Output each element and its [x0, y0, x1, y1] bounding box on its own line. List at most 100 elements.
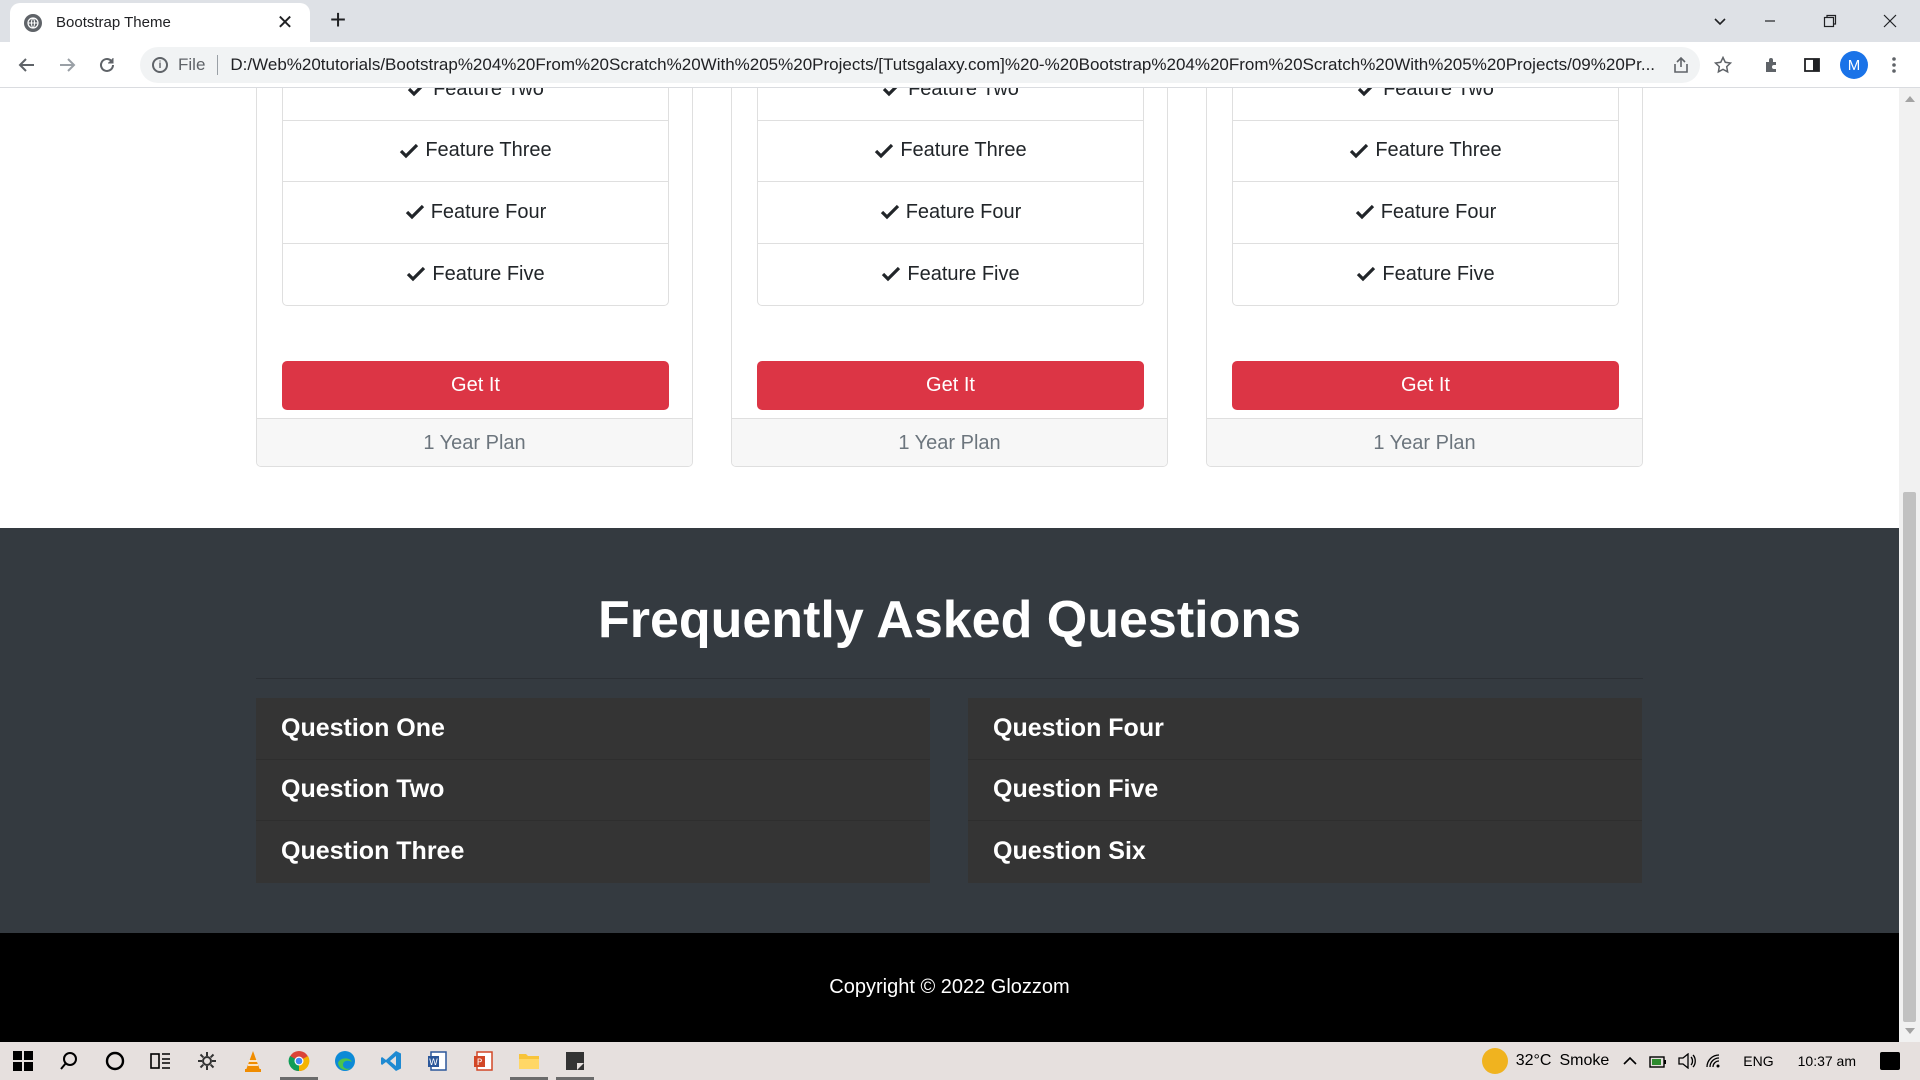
- faq-section: Frequently Asked Questions Question One …: [0, 528, 1899, 933]
- get-it-button[interactable]: Get It: [282, 361, 669, 410]
- faq-question-one[interactable]: Question One: [256, 698, 930, 760]
- feature-label: Feature Three: [425, 139, 552, 162]
- feature-label: Feature Three: [1375, 139, 1502, 162]
- check-icon: [880, 205, 899, 220]
- search-icon[interactable]: [46, 1042, 92, 1080]
- feature-list: Feature Two Feature Three Feature Four F…: [1232, 88, 1619, 306]
- tab-close-icon[interactable]: ✕: [274, 12, 296, 34]
- task-view-icon[interactable]: [138, 1042, 184, 1080]
- chrome-icon[interactable]: [276, 1042, 322, 1080]
- side-panel-icon[interactable]: [1796, 49, 1828, 81]
- profile-avatar[interactable]: M: [1840, 51, 1868, 79]
- feature-list: Feature Two Feature Three Feature Four F…: [757, 88, 1144, 306]
- feature-item: Feature Five: [283, 244, 668, 306]
- settings-gear-icon[interactable]: [184, 1042, 230, 1080]
- feature-label: Feature Four: [1380, 200, 1497, 223]
- window-controls: [1740, 0, 1920, 42]
- card-footer: 1 Year Plan: [732, 418, 1167, 466]
- speaker-icon[interactable]: [1677, 1053, 1697, 1069]
- page-scrollbar[interactable]: [1899, 88, 1920, 1042]
- feature-label: Feature Two: [908, 88, 1019, 100]
- url-text[interactable]: D:/Web%20tutorials/Bootstrap%204%20From%…: [230, 55, 1660, 75]
- chevron-up-icon[interactable]: [1623, 1056, 1637, 1066]
- faq-question-two[interactable]: Question Two: [256, 759, 930, 821]
- copyright-text: Copyright © 2022 Glozzom: [829, 976, 1070, 998]
- faq-question-six[interactable]: Question Six: [968, 821, 1642, 883]
- feature-label: Feature Five: [1382, 262, 1495, 285]
- feature-item: Feature Two: [283, 88, 668, 121]
- clock-time[interactable]: 10:37 am: [1798, 1053, 1856, 1069]
- edge-icon[interactable]: [322, 1042, 368, 1080]
- feature-label: Feature Three: [900, 139, 1027, 162]
- feature-item: Feature Two: [758, 88, 1143, 121]
- weather-temp[interactable]: 32°C: [1516, 1052, 1552, 1070]
- tab-title: Bootstrap Theme: [56, 14, 171, 31]
- scroll-up-arrow-icon[interactable]: [1905, 96, 1915, 102]
- battery-icon[interactable]: [1649, 1053, 1669, 1069]
- feature-list: Feature Two Feature Three Feature Four F…: [282, 88, 669, 306]
- check-icon: [407, 88, 423, 97]
- notification-icon[interactable]: [1880, 1052, 1900, 1070]
- pricing-card: Feature Two Feature Three Feature Four F…: [256, 88, 693, 467]
- word-icon[interactable]: W: [414, 1042, 460, 1080]
- share-icon[interactable]: [1665, 49, 1697, 81]
- taskbar: W P 32°C Smoke ENG 10:37 am: [0, 1042, 1920, 1080]
- check-icon: [1350, 143, 1369, 159]
- wifi-icon[interactable]: [1705, 1053, 1725, 1069]
- reload-icon[interactable]: [91, 49, 123, 81]
- powerpoint-icon[interactable]: P: [460, 1042, 506, 1080]
- check-icon: [1357, 267, 1376, 282]
- cortana-icon[interactable]: [92, 1042, 138, 1080]
- page-footer: Copyright © 2022 Glozzom: [0, 933, 1899, 1042]
- feature-item: Feature Three: [758, 121, 1143, 182]
- check-icon: [1355, 205, 1374, 220]
- chevron-down-icon[interactable]: [1702, 6, 1738, 36]
- url-scheme: File: [178, 55, 206, 74]
- weather-desc[interactable]: Smoke: [1559, 1052, 1609, 1070]
- browser-tabstrip: Bootstrap Theme ✕ +: [0, 0, 1920, 42]
- feature-item: Feature Four: [1233, 182, 1618, 244]
- get-it-button[interactable]: Get It: [757, 361, 1144, 410]
- card-footer: 1 Year Plan: [257, 418, 692, 466]
- feature-label: Feature Two: [433, 88, 544, 100]
- extensions-icon[interactable]: [1756, 49, 1788, 81]
- file-explorer-icon[interactable]: [506, 1042, 552, 1080]
- forward-arrow-icon[interactable]: [51, 49, 83, 81]
- faq-accordion-left: Question One Question Two Question Three: [256, 698, 930, 883]
- vscode-icon[interactable]: [368, 1042, 414, 1080]
- kebab-menu-icon[interactable]: [1878, 49, 1910, 81]
- card-footer: 1 Year Plan: [1207, 418, 1642, 466]
- bookmark-star-icon[interactable]: [1707, 49, 1739, 81]
- language-indicator[interactable]: ENG: [1743, 1053, 1773, 1069]
- check-icon: [875, 143, 894, 159]
- restore-icon[interactable]: [1800, 0, 1860, 42]
- windows-start-icon[interactable]: [0, 1042, 46, 1080]
- svg-text:W: W: [429, 1058, 438, 1068]
- scrollbar-thumb[interactable]: [1903, 492, 1916, 1022]
- globe-icon: [24, 13, 42, 32]
- weather-icon[interactable]: [1481, 1048, 1508, 1074]
- sticky-notes-icon[interactable]: [552, 1042, 598, 1080]
- check-icon: [882, 267, 901, 282]
- new-tab-button[interactable]: +: [323, 6, 353, 36]
- feature-label: Feature Five: [907, 262, 1020, 285]
- close-window-icon[interactable]: [1860, 0, 1920, 42]
- check-icon: [407, 267, 426, 282]
- system-tray: 32°C Smoke ENG 10:37 am: [1481, 1042, 1920, 1080]
- check-icon: [400, 143, 419, 159]
- get-it-button[interactable]: Get It: [1232, 361, 1619, 410]
- faq-divider: [256, 678, 1643, 679]
- address-bar[interactable]: i File D:/Web%20tutorials/Bootstrap%204%…: [140, 47, 1700, 83]
- scroll-down-arrow-icon[interactable]: [1905, 1028, 1915, 1034]
- browser-tab[interactable]: Bootstrap Theme ✕: [10, 3, 310, 42]
- faq-question-four[interactable]: Question Four: [968, 698, 1642, 760]
- feature-item: Feature Four: [758, 182, 1143, 244]
- faq-question-five[interactable]: Question Five: [968, 759, 1642, 821]
- minimize-icon[interactable]: [1740, 0, 1800, 42]
- vlc-icon[interactable]: [230, 1042, 276, 1080]
- feature-item: Feature Five: [758, 244, 1143, 306]
- info-icon[interactable]: i: [152, 57, 168, 73]
- back-arrow-icon[interactable]: [11, 49, 43, 81]
- feature-label: Feature Five: [432, 262, 545, 285]
- faq-question-three[interactable]: Question Three: [256, 821, 930, 883]
